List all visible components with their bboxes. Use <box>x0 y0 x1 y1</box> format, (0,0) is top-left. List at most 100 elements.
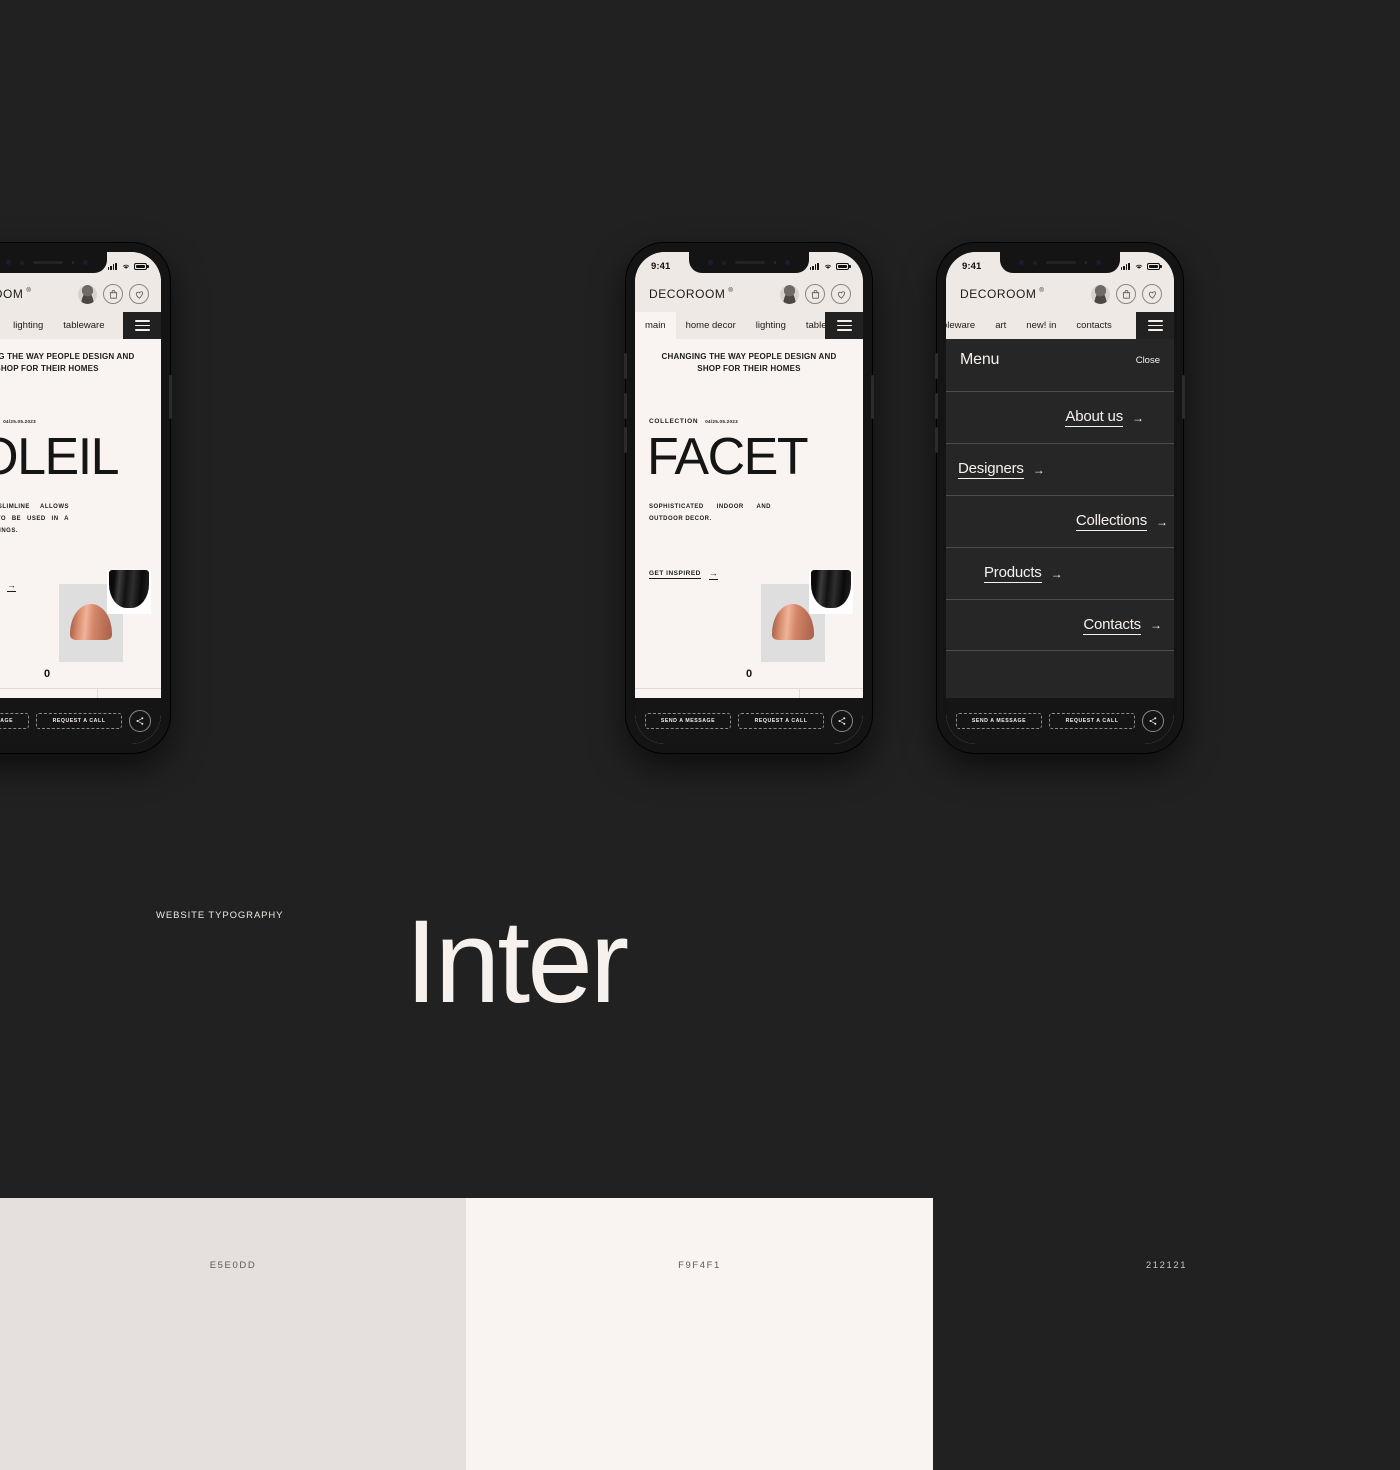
nav-scroll[interactable]: main home decor lighting tableware <box>635 312 857 339</box>
share-icon <box>136 717 144 725</box>
nav-scroll[interactable]: tableware art new! in contacts <box>946 312 1122 339</box>
avatar[interactable] <box>1091 284 1110 304</box>
typography-section-label: WEBSITE TYPOGRAPHY <box>156 910 284 921</box>
category-nav: main home decor lighting tableware <box>635 312 863 339</box>
header-actions <box>780 284 851 304</box>
swatch-code: 212121 <box>1145 1260 1188 1271</box>
menu-item-label: Products <box>984 564 1042 583</box>
collection-description: EXTREMELY SLIMLINE ALLOWS SOLEIL THE TO … <box>0 504 69 535</box>
nav-item-tableware[interactable]: tableware <box>946 312 985 339</box>
menu-item-products[interactable]: Products → <box>946 547 1174 599</box>
nav-item-main[interactable]: main <box>635 312 676 339</box>
brand-logo[interactable]: DECOROOM ® <box>649 287 733 301</box>
menu-item-about-us[interactable]: About us → <box>946 391 1174 443</box>
request-a-call-button[interactable]: REQUEST A CALL <box>1049 713 1135 729</box>
battery-icon <box>1147 262 1162 270</box>
header-actions <box>1091 284 1162 304</box>
wishlist-button[interactable] <box>129 284 149 304</box>
avatar[interactable] <box>78 284 97 304</box>
collection-date: 04/25.05.2023 <box>3 419 36 425</box>
share-icon <box>838 717 846 725</box>
brand-logo[interactable]: DECOROOM ® <box>960 287 1044 301</box>
bag-button[interactable] <box>103 284 123 304</box>
collection-meta: COLLECTION 04/25.05.2023 <box>0 374 161 425</box>
hamburger-menu-button[interactable] <box>123 312 161 339</box>
wishlist-button[interactable] <box>1142 284 1162 304</box>
request-a-call-button[interactable]: REQUEST A CALL <box>36 713 122 729</box>
menu-link: Designers → <box>958 460 1045 479</box>
nav-item-lighting[interactable]: lighting <box>3 312 53 339</box>
product-images <box>59 570 151 662</box>
nav-item-lighting[interactable]: lighting <box>746 312 796 339</box>
app-header: DECOROOM ® <box>0 276 161 312</box>
sensor-icon <box>721 260 726 265</box>
heart-icon <box>837 290 845 299</box>
arrow-right-icon: → <box>1156 514 1168 529</box>
brand-name: DECOROOM <box>960 287 1037 301</box>
product-image-secondary[interactable] <box>809 570 853 614</box>
hamburger-menu-button[interactable] <box>825 312 863 339</box>
volume-down-button[interactable] <box>624 427 627 453</box>
volume-down-button[interactable] <box>935 427 938 453</box>
page-content: CHANGING THE WAY PEOPLE DESIGN AND SHOP … <box>0 339 161 688</box>
nav-item-home-decor[interactable]: home decor <box>676 312 746 339</box>
volume-up-button[interactable] <box>935 393 938 419</box>
wifi-icon <box>824 264 831 269</box>
status-icons <box>107 261 149 271</box>
front-camera-icon <box>707 260 713 265</box>
brand-logo[interactable]: DECOROOM ® <box>0 287 31 301</box>
typography-font-name: Inter <box>405 896 629 1028</box>
collection-label: COLLECTION <box>649 418 699 426</box>
product-image-secondary[interactable] <box>107 570 151 614</box>
face-id-icon <box>1096 260 1102 265</box>
close-menu-button[interactable]: Close <box>1136 355 1160 366</box>
wishlist-button[interactable] <box>831 284 851 304</box>
bag-button[interactable] <box>1116 284 1136 304</box>
collection-date: 04/25.05.2023 <box>705 419 738 425</box>
share-button[interactable] <box>129 710 151 732</box>
category-nav: tableware art new! in contacts <box>946 312 1174 339</box>
app-header: DECOROOM ® <box>635 276 863 312</box>
share-button[interactable] <box>1142 710 1164 732</box>
send-a-message-button[interactable]: SEND A MESSAGE <box>0 713 29 729</box>
send-a-message-button[interactable]: SEND A MESSAGE <box>956 713 1042 729</box>
lamp-shade-dark-shape <box>811 570 851 608</box>
phone-center: 9:41 DECOROOM ® main home decor lighting… <box>624 243 874 753</box>
registered-mark-icon: ® <box>728 288 734 294</box>
mockup-canvas: 9:41 DECOROOM ® <box>0 0 1400 1470</box>
menu-item-label: Contacts <box>1083 615 1141 635</box>
request-a-call-button[interactable]: REQUEST A CALL <box>738 713 824 729</box>
phone-left-screen: 9:41 DECOROOM ® <box>0 252 161 744</box>
send-a-message-button[interactable]: SEND A MESSAGE <box>645 713 731 729</box>
menu-link: About us → <box>1065 408 1144 427</box>
front-camera-icon <box>1018 260 1024 265</box>
bag-icon <box>1122 289 1130 299</box>
lamp-shade-shape <box>772 604 814 640</box>
menu-item-label: Collections <box>1075 512 1147 531</box>
registered-mark-icon: ® <box>26 288 32 294</box>
lamp-shade-shape <box>70 604 112 640</box>
phone-center-screen: 9:41 DECOROOM ® main home decor lighting… <box>635 252 863 744</box>
menu-item-contacts[interactable]: Contacts → <box>946 599 1174 651</box>
volume-up-button[interactable] <box>624 393 627 419</box>
menu-item-collections[interactable]: Collections → <box>946 495 1174 547</box>
menu-item-designers[interactable]: Designers → <box>946 443 1174 495</box>
arrow-right-icon: → <box>1132 410 1144 425</box>
swatch-code: E5E0DD <box>209 1260 257 1271</box>
nav-item-new-in[interactable]: new! in <box>1016 312 1066 339</box>
status-clock: 9:41 <box>651 260 671 272</box>
bag-button[interactable] <box>805 284 825 304</box>
menu-title: Menu <box>960 351 1000 368</box>
nav-item-tableware[interactable]: tableware <box>53 312 114 339</box>
nav-item-art[interactable]: art <box>985 312 1016 339</box>
hamburger-menu-button[interactable] <box>1136 312 1174 339</box>
arrow-right-icon: → <box>6 580 17 593</box>
wifi-icon <box>1135 264 1142 269</box>
share-button[interactable] <box>831 710 853 732</box>
swatch-212121: 212121 <box>933 1198 1400 1470</box>
nav-item-contacts[interactable]: contacts <box>1066 312 1121 339</box>
slide-counter: 0 <box>745 668 753 680</box>
nav-scroll[interactable]: home decor lighting tableware <box>0 312 114 339</box>
avatar[interactable] <box>780 284 799 304</box>
face-id-icon <box>785 260 791 265</box>
